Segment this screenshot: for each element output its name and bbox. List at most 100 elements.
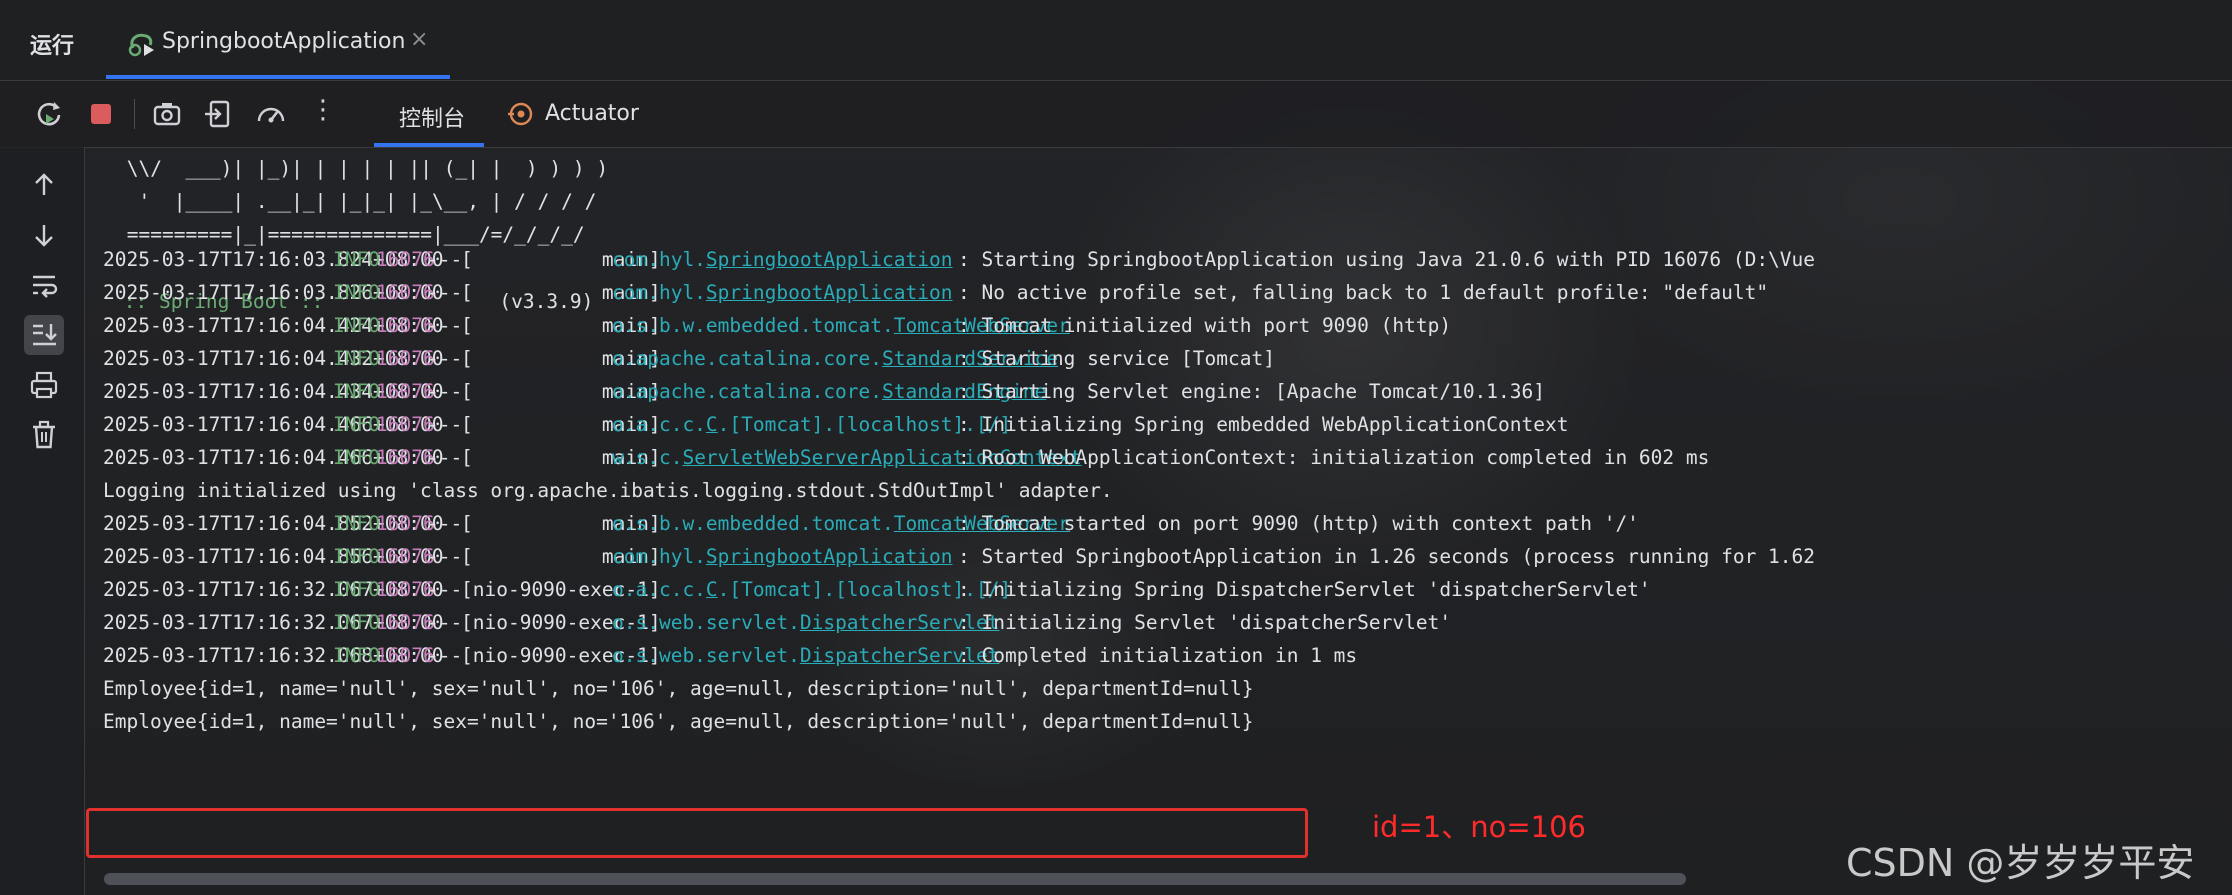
log-message: : Started SpringbootApplication in 1.26 … bbox=[958, 545, 1816, 568]
logger-package: o.a.c.c. bbox=[612, 413, 706, 436]
log-separator: --- bbox=[427, 248, 463, 271]
tab-actuator[interactable]: Actuator bbox=[504, 81, 654, 147]
log-level: INFO bbox=[333, 611, 380, 634]
plain-output-line: Employee{id=1, name='null', sex='null', … bbox=[85, 707, 2232, 737]
log-logger-link[interactable]: o.s.web.servlet.DispatcherServlet bbox=[612, 608, 999, 638]
log-separator: --- bbox=[427, 347, 463, 370]
log-line: 2025-03-17T17:16:04.432+08:00 INFO 16076 --… bbox=[85, 344, 2232, 374]
log-level: INFO bbox=[333, 380, 380, 403]
log-line: 2025-03-17T17:16:04.466+08:00 INFO 16076 --… bbox=[85, 443, 2232, 473]
close-icon[interactable]: × bbox=[410, 27, 428, 52]
logger-package: o.s.web.servlet. bbox=[612, 644, 800, 667]
log-level: INFO bbox=[333, 578, 380, 601]
log-line: 2025-03-17T17:16:04.434+08:00 INFO 16076 --… bbox=[85, 377, 2232, 407]
more-icon[interactable]: ⋮ bbox=[306, 95, 340, 129]
log-separator: --- bbox=[427, 446, 463, 469]
log-pid: 16076 bbox=[376, 281, 435, 304]
log-line: 2025-03-17T17:16:04.852+08:00 INFO 16076 --… bbox=[85, 509, 2232, 539]
logger-package: o.apache.catalina.core. bbox=[612, 380, 883, 403]
log-message: : Initializing Spring DispatcherServlet … bbox=[958, 578, 1651, 601]
logger-package: com.hyl. bbox=[612, 545, 706, 568]
scroll-up-icon[interactable] bbox=[24, 165, 64, 205]
log-separator: --- bbox=[427, 644, 463, 667]
log-pid: 16076 bbox=[376, 545, 435, 568]
log-pid: 16076 bbox=[376, 314, 435, 337]
logger-package: o.s.b.w.embedded.tomcat. bbox=[612, 314, 894, 337]
output-text: Employee{id=1, name='null', sex='null', … bbox=[103, 677, 1254, 700]
profiler-icon[interactable] bbox=[254, 97, 288, 131]
annotation-label: id=1、no=106 bbox=[1372, 810, 1586, 844]
logger-class[interactable]: SpringbootApplication bbox=[706, 545, 953, 568]
logger-class[interactable]: C bbox=[706, 578, 718, 601]
logger-package: w.s.c. bbox=[612, 446, 683, 469]
highlight-box bbox=[86, 808, 1308, 858]
rerun-icon[interactable] bbox=[32, 97, 66, 131]
log-level: INFO bbox=[333, 248, 380, 271]
output-text: Logging initialized using 'class org.apa… bbox=[103, 479, 1113, 502]
log-logger-link[interactable]: com.hyl.SpringbootApplication bbox=[612, 245, 952, 275]
log-message: : Initializing Servlet 'dispatcherServle… bbox=[958, 611, 1452, 634]
log-logger-link[interactable]: com.hyl.SpringbootApplication bbox=[612, 278, 952, 308]
log-message: : Tomcat started on port 9090 (http) wit… bbox=[958, 512, 1639, 535]
log-message: : Starting Servlet engine: [Apache Tomca… bbox=[958, 380, 1545, 403]
scroll-to-end-icon[interactable] bbox=[24, 315, 64, 355]
run-panel-title: 运行 bbox=[30, 34, 75, 59]
logger-class[interactable]: SpringbootApplication bbox=[706, 281, 953, 304]
clear-icon[interactable] bbox=[24, 415, 64, 455]
log-message: : Starting SpringbootApplication using J… bbox=[958, 248, 1816, 271]
tab-console[interactable]: 控制台 bbox=[374, 81, 484, 147]
log-message: : Completed initialization in 1 ms bbox=[958, 644, 1358, 667]
logger-package: o.a.c.c. bbox=[612, 578, 706, 601]
tab-label: SpringbootApplication bbox=[162, 29, 406, 54]
screenshot-icon[interactable] bbox=[150, 97, 184, 131]
log-separator: --- bbox=[427, 611, 463, 634]
plain-output-line: Logging initialized using 'class org.apa… bbox=[85, 476, 2232, 506]
logger-class[interactable]: SpringbootApplication bbox=[706, 248, 953, 271]
horizontal-scrollbar[interactable] bbox=[104, 873, 1686, 885]
log-logger-link[interactable]: com.hyl.SpringbootApplication bbox=[612, 542, 952, 572]
log-level: INFO bbox=[333, 512, 380, 535]
banner-line: ' |____| .__|_| |_|_| |_\__, | / / / / bbox=[115, 190, 597, 213]
log-pid: 16076 bbox=[376, 380, 435, 403]
output-text: Employee{id=1, name='null', sex='null', … bbox=[103, 710, 1254, 733]
log-level: INFO bbox=[333, 347, 380, 370]
logger-package: o.apache.catalina.core. bbox=[612, 347, 883, 370]
logger-package: o.s.web.servlet. bbox=[612, 611, 800, 634]
log-pid: 16076 bbox=[376, 578, 435, 601]
log-separator: --- bbox=[427, 413, 463, 436]
console-gutter bbox=[0, 147, 85, 895]
log-separator: --- bbox=[427, 281, 463, 304]
console-output[interactable]: \\/ ___)| |_)| | | | | || (_| | ) ) ) ) … bbox=[85, 147, 2232, 877]
log-level: INFO bbox=[333, 644, 380, 667]
spring-run-icon bbox=[128, 33, 154, 57]
log-line: 2025-03-17T17:16:32.067+08:00 INFO 16076 --… bbox=[85, 608, 2232, 638]
log-pid: 16076 bbox=[376, 446, 435, 469]
log-level: INFO bbox=[333, 413, 380, 436]
logger-package: o.s.b.w.embedded.tomcat. bbox=[612, 512, 894, 535]
log-level: INFO bbox=[333, 314, 380, 337]
log-level: INFO bbox=[333, 545, 380, 568]
logger-class[interactable]: C bbox=[706, 413, 718, 436]
log-pid: 16076 bbox=[376, 512, 435, 535]
log-message: : Initializing Spring embedded WebApplic… bbox=[958, 413, 1569, 436]
stop-icon[interactable] bbox=[84, 97, 118, 131]
log-line: 2025-03-17T17:16:04.856+08:00 INFO 16076 --… bbox=[85, 542, 2232, 572]
log-separator: --- bbox=[427, 380, 463, 403]
soft-wrap-icon[interactable] bbox=[24, 265, 64, 305]
exit-icon[interactable] bbox=[202, 97, 236, 131]
scroll-down-icon[interactable] bbox=[24, 215, 64, 255]
log-logger-link[interactable]: o.a.c.c.C.[Tomcat].[localhost].[/] bbox=[612, 410, 1011, 440]
logger-package: com.hyl. bbox=[612, 281, 706, 304]
log-line: 2025-03-17T17:16:03.826+08:00 INFO 16076 --… bbox=[85, 278, 2232, 308]
print-icon[interactable] bbox=[24, 365, 64, 405]
banner-line: \\/ ___)| |_)| | | | | || (_| | ) ) ) ) bbox=[115, 157, 609, 180]
log-pid: 16076 bbox=[376, 347, 435, 370]
logger-package: com.hyl. bbox=[612, 248, 706, 271]
log-message: : Tomcat initialized with port 9090 (htt… bbox=[958, 314, 1452, 337]
tab-springboot-application[interactable]: SpringbootApplication × bbox=[106, 0, 450, 80]
tab-console-label: 控制台 bbox=[399, 107, 466, 132]
log-logger-link[interactable]: o.s.web.servlet.DispatcherServlet bbox=[612, 641, 999, 671]
plain-output-line: Employee{id=1, name='null', sex='null', … bbox=[85, 674, 2232, 704]
log-logger-link[interactable]: o.a.c.c.C.[Tomcat].[localhost].[/] bbox=[612, 575, 1011, 605]
log-line: 2025-03-17T17:16:32.068+08:00 INFO 16076 --… bbox=[85, 641, 2232, 671]
